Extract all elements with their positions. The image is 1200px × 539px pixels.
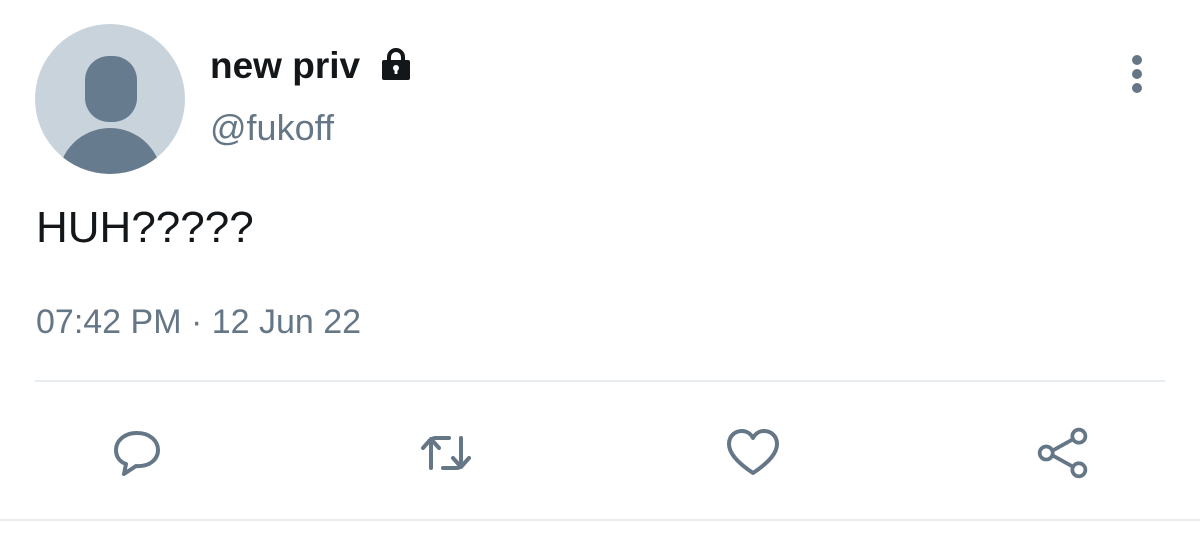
speech-bubble-icon [114, 431, 160, 476]
bottom-divider [0, 519, 1200, 521]
user-handle[interactable]: @fukoff [210, 104, 334, 152]
divider [35, 380, 1165, 382]
share-icon [1037, 427, 1088, 479]
avatar[interactable] [35, 24, 185, 174]
retweet-button[interactable] [418, 425, 474, 481]
heart-icon [727, 429, 779, 475]
reply-button[interactable] [109, 425, 165, 481]
dot [1132, 69, 1142, 79]
lock-icon [378, 46, 414, 82]
tweet-card: new priv @fukoff HUH????? 07:42 PM · 12 … [0, 0, 1200, 539]
tweet-text: HUH????? [36, 203, 254, 252]
dot [1132, 55, 1142, 65]
retweet-icon [421, 436, 471, 470]
dot [1132, 83, 1142, 93]
display-name[interactable]: new priv [210, 42, 360, 90]
tweet-timestamp[interactable]: 07:42 PM · 12 Jun 22 [36, 298, 361, 346]
author-name-row[interactable]: new priv [210, 42, 414, 90]
like-button[interactable] [725, 425, 781, 481]
avatar-head [85, 56, 137, 122]
vertical-dots-icon[interactable] [1122, 52, 1152, 96]
avatar-body [58, 128, 162, 174]
share-button[interactable] [1035, 425, 1091, 481]
